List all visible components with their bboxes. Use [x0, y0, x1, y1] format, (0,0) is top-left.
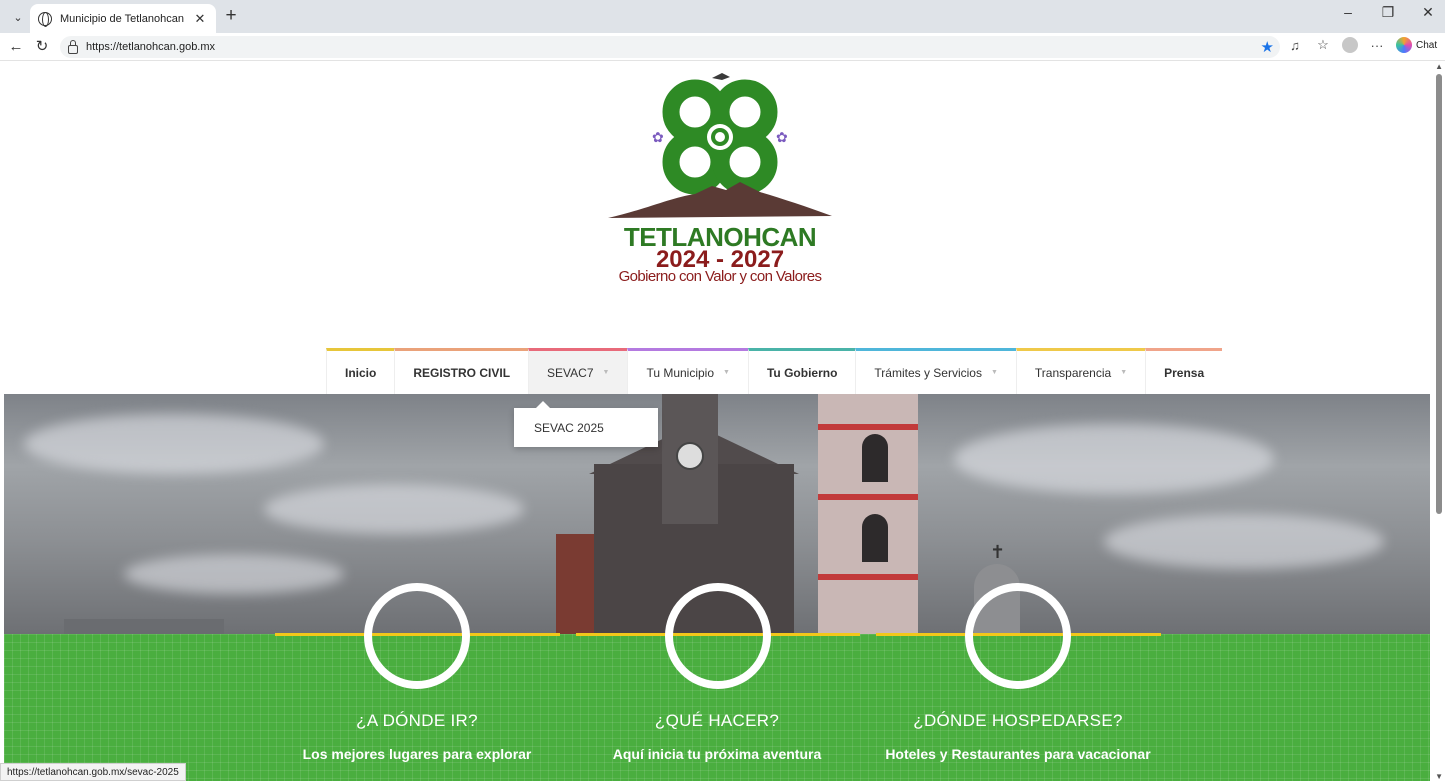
- back-icon[interactable]: ←: [6, 37, 26, 57]
- scroll-down-icon[interactable]: ▼: [1435, 772, 1443, 781]
- menu-label: Transparencia: [1034, 365, 1112, 380]
- feature-subtitle: Los mejores lugares para explorar: [302, 746, 532, 762]
- chevron-down-icon: ▼: [723, 369, 730, 376]
- chat-button[interactable]: Chat: [1396, 37, 1437, 53]
- feature-title-hospedarse[interactable]: ¿DÓNDE HOSPEDARSE?: [868, 711, 1168, 731]
- page-scrollbar[interactable]: ▲ ▼: [1433, 62, 1445, 781]
- church-wing-shape: [556, 534, 596, 634]
- tab-list-chevron-icon[interactable]: ⌄: [8, 7, 28, 27]
- menu-label: Tu Gobierno: [766, 365, 838, 380]
- knot-emblem-icon: ✿ ✿: [608, 73, 832, 218]
- profile-avatar-icon[interactable]: [1342, 37, 1358, 53]
- menu-item-inicio[interactable]: Inicio: [326, 348, 395, 394]
- logo-slogan: Gobierno con Valor y con Valores: [618, 268, 822, 285]
- bell-window-shape: [862, 434, 888, 482]
- sevac-dropdown: SEVAC 2025: [514, 401, 658, 447]
- window-controls: – ❐ ✕: [1337, 4, 1439, 21]
- feature-circle-icon[interactable]: [364, 583, 470, 689]
- chat-label: Chat: [1416, 39, 1438, 51]
- menu-label: Inicio: [345, 365, 377, 380]
- browser-tab-bar: ⌄ Municipio de Tetlanohcan ✕ + – ❐ ✕: [0, 0, 1445, 33]
- menu-label: SEVAC7: [547, 365, 594, 380]
- address-bar-row: ← ↻ https://tetlanohcan.gob.mx ★ ♫ ☆ ···…: [0, 33, 1445, 61]
- new-tab-button[interactable]: +: [220, 5, 242, 27]
- menu-label: REGISTRO CIVIL: [413, 365, 511, 380]
- minimize-icon[interactable]: –: [1337, 4, 1359, 21]
- browser-tab[interactable]: Municipio de Tetlanohcan ✕: [30, 4, 216, 33]
- favorites-icon[interactable]: ☆: [1314, 37, 1332, 53]
- cross-icon: ✝: [990, 542, 1006, 562]
- copilot-icon: [1396, 37, 1412, 53]
- bell-tower-shape: [818, 394, 918, 634]
- menu-label: Tu Municipio: [646, 365, 715, 380]
- menu-label: Trámites y Servicios: [874, 365, 982, 380]
- more-icon[interactable]: ···: [1368, 38, 1386, 53]
- feature-circle-icon[interactable]: [665, 583, 771, 689]
- status-url: https://tetlanohcan.gob.mx/sevac-2025: [0, 763, 186, 781]
- feature-subtitle: Hoteles y Restaurantes para vacacionar: [885, 746, 1151, 762]
- site-logo[interactable]: ✿ ✿ TETLANOHCAN 2024 - 2027 Gobierno con…: [600, 70, 840, 285]
- chevron-down-icon: ▼: [990, 369, 998, 376]
- restore-icon[interactable]: ❐: [1377, 4, 1399, 21]
- scroll-up-icon[interactable]: ▲: [1435, 62, 1443, 71]
- menu-item-tu-municipio[interactable]: Tu Municipio ▼: [627, 348, 748, 394]
- svg-text:✿: ✿: [652, 130, 664, 146]
- close-tab-icon[interactable]: ✕: [192, 11, 208, 27]
- browser-toolbar: ♫ ☆ ··· Chat: [1286, 37, 1437, 53]
- menu-item-registro-civil[interactable]: REGISTRO CIVIL: [394, 348, 529, 394]
- page-viewport: ✿ ✿ TETLANOHCAN 2024 - 2027 Gobierno con…: [0, 62, 1445, 781]
- feature-circle-icon[interactable]: [965, 583, 1071, 689]
- bell-window-shape: [862, 514, 888, 562]
- chevron-down-icon: ▼: [602, 369, 610, 376]
- globe-icon: [38, 11, 52, 27]
- feature-title-donde-ir[interactable]: ¿A DÓNDE IR?: [267, 711, 567, 731]
- feature-title-que-hacer[interactable]: ¿QUÉ HACER?: [567, 711, 867, 731]
- lock-icon: [68, 39, 78, 54]
- svg-text:✿: ✿: [776, 130, 788, 146]
- url-text: https://tetlanohcan.gob.mx: [86, 41, 216, 53]
- menu-label: Prensa: [1164, 365, 1205, 380]
- favorite-star-icon[interactable]: ★: [1261, 38, 1274, 56]
- close-window-icon[interactable]: ✕: [1417, 4, 1439, 21]
- chevron-down-icon: ▼: [1120, 369, 1128, 376]
- dropdown-item-sevac-2025[interactable]: SEVAC 2025: [534, 421, 604, 435]
- building-shape: [64, 619, 224, 634]
- menu-item-tramites[interactable]: Trámites y Servicios ▼: [855, 348, 1016, 394]
- refresh-icon[interactable]: ↻: [32, 37, 52, 57]
- scroll-thumb[interactable]: [1436, 74, 1442, 514]
- menu-item-sevac7[interactable]: SEVAC7 ▼: [528, 348, 628, 394]
- main-menu: Inicio REGISTRO CIVIL SEVAC7 ▼ Tu Municip…: [326, 348, 1223, 394]
- feature-subtitle: Aquí inicia tu próxima aventura: [612, 746, 822, 762]
- tab-title: Municipio de Tetlanohcan: [60, 12, 184, 25]
- menu-item-prensa[interactable]: Prensa: [1145, 348, 1223, 394]
- menu-item-tu-gobierno[interactable]: Tu Gobierno: [747, 348, 856, 394]
- menu-item-transparencia[interactable]: Transparencia ▼: [1015, 348, 1146, 394]
- address-bar[interactable]: https://tetlanohcan.gob.mx ★: [60, 36, 1280, 58]
- media-icon[interactable]: ♫: [1286, 38, 1304, 53]
- clock-icon: [676, 442, 704, 470]
